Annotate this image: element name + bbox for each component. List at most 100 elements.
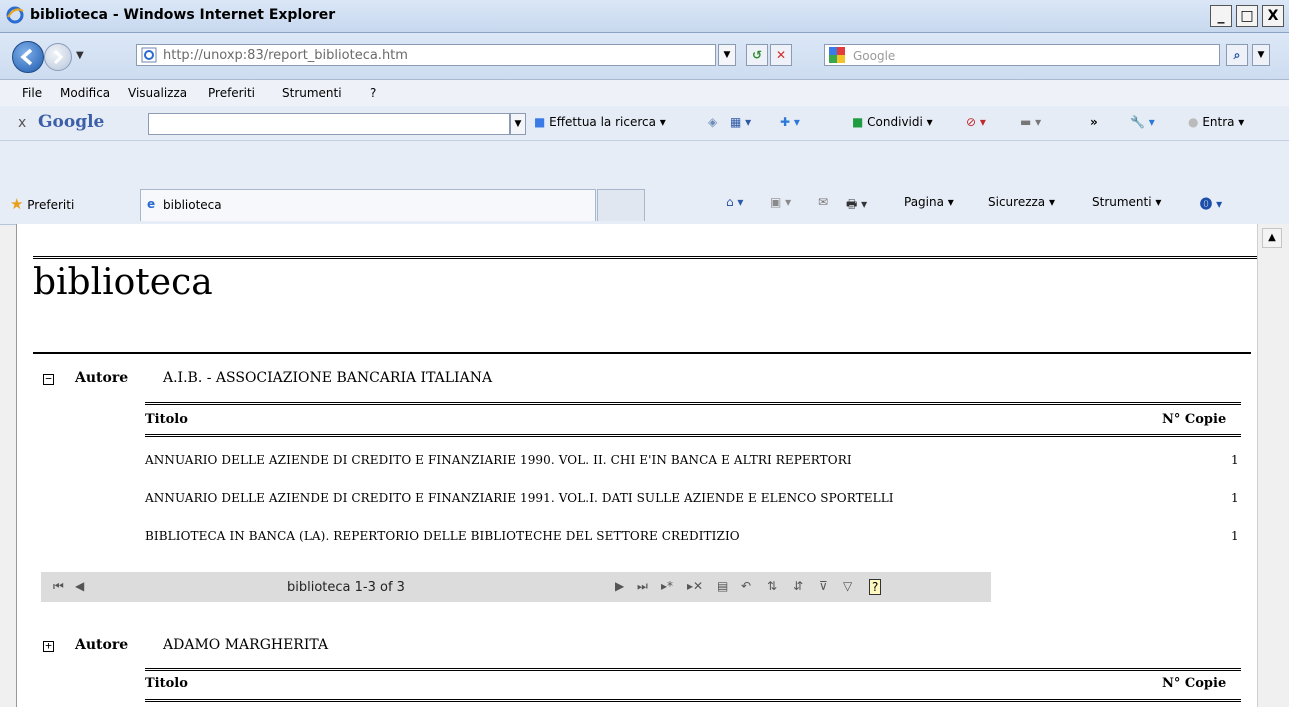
favorites-button[interactable]: ★ Preferiti — [10, 195, 74, 213]
google-logo: Google — [38, 112, 105, 132]
page-content: biblioteca − Autore A.I.B. - ASSOCIAZION… — [16, 224, 1257, 707]
google-icon: ■ — [534, 115, 546, 129]
mail-icon[interactable]: ✉ — [818, 195, 828, 209]
signin-button[interactable]: ● Entra ▾ — [1188, 115, 1244, 129]
table-row-copies: 1 — [1231, 453, 1239, 467]
close-button[interactable]: X — [1262, 5, 1284, 27]
menu-help[interactable]: ? — [370, 80, 376, 106]
extra-toolbar-icon[interactable]: ▬ ▾ — [1020, 115, 1041, 129]
share-icon: ■ — [852, 115, 864, 129]
google-search-button[interactable]: ■ Effettua la ricerca ▾ — [534, 115, 666, 129]
popup-blocker-icon[interactable]: ⊘ ▾ — [966, 115, 986, 129]
toolbar-gap — [0, 141, 1289, 182]
navigator-status: biblioteca 1-3 of 3 — [287, 580, 405, 595]
record-navigator: ⏮ ◀ biblioteca 1-3 of 3 ▶ ⏭ ▸* ▸✕ ▤ ↶ ⇅ … — [41, 572, 991, 602]
help-icon[interactable]: ⓿ ▾ — [1200, 195, 1222, 212]
forward-button[interactable] — [44, 43, 72, 71]
new-record-icon[interactable]: ▸* — [661, 579, 673, 593]
wrench-icon[interactable]: 🔧 ▾ — [1130, 115, 1155, 129]
window-title: biblioteca - Windows Internet Explorer — [30, 7, 336, 23]
search-button[interactable]: ⌕ — [1226, 44, 1248, 66]
vertical-scrollbar[interactable] — [1257, 224, 1289, 707]
title-bar: biblioteca - Windows Internet Explorer _… — [0, 0, 1289, 33]
tools-menu[interactable]: Strumenti ▾ — [1092, 195, 1161, 209]
menu-strumenti[interactable]: Strumenti — [282, 80, 342, 106]
minimize-button[interactable]: _ — [1210, 5, 1232, 27]
sort-ascending-icon[interactable]: ⇅ — [767, 579, 777, 593]
more-tools-button[interactable]: » — [1090, 115, 1098, 129]
address-input[interactable]: http://unoxp:83/report_biblioteca.htm — [136, 44, 716, 66]
undo-icon[interactable]: ↶ — [741, 579, 751, 593]
forward-arrow-icon — [53, 49, 64, 65]
tab-ie-icon: e — [147, 197, 156, 211]
help-button-icon[interactable]: ? — [869, 579, 882, 595]
stop-button[interactable]: ✕ — [770, 44, 792, 66]
filter-by-selection-icon[interactable]: ⊽ — [819, 579, 828, 593]
google-search-input[interactable] — [148, 113, 510, 135]
last-record-icon[interactable]: ⏭ — [637, 579, 648, 594]
page-menu[interactable]: Pagina ▾ — [904, 195, 954, 209]
filter-icon[interactable]: ▽ — [843, 579, 852, 593]
table-row-copies: 1 — [1231, 491, 1239, 505]
share-label: Condividi ▾ — [867, 115, 933, 129]
column-header-copies: N° Copie — [1162, 676, 1227, 691]
group-label: Autore — [75, 370, 129, 386]
sort-descending-icon[interactable]: ⇵ — [793, 579, 803, 593]
search-input[interactable]: Google — [824, 44, 1220, 66]
table-row-title: BIBLIOTECA IN BANCA (LA). REPERTORIO DEL… — [145, 529, 740, 543]
feeds-icon[interactable]: ▣ ▾ — [770, 195, 791, 209]
delete-record-icon[interactable]: ▸✕ — [687, 579, 703, 593]
header-rule-bottom — [145, 434, 1241, 437]
table-row-title: ANNUARIO DELLE AZIENDE DI CREDITO E FINA… — [145, 491, 894, 505]
google-g-icon — [829, 47, 845, 63]
favorites-bar: ★ Preferiti e biblioteca ⌂ ▾ ▣ ▾ ✉ 🖶 ▾ P… — [0, 182, 1289, 225]
google-search-label: Effettua la ricerca ▾ — [549, 115, 666, 129]
menu-file[interactable]: File — [22, 80, 42, 106]
expand-group-toggle[interactable]: + — [43, 640, 54, 652]
first-record-icon[interactable]: ⏮ — [53, 579, 64, 594]
header-rule-top — [145, 402, 1241, 405]
menu-visualizza[interactable]: Visualizza — [128, 80, 187, 106]
search-options-dropdown[interactable]: ▼ — [1252, 44, 1270, 66]
address-dropdown-button[interactable]: ▼ — [718, 44, 736, 66]
group-value: ADAMO MARGHERITA — [163, 637, 329, 653]
signin-label: Entra ▾ — [1202, 115, 1245, 129]
back-button[interactable] — [12, 41, 44, 73]
column-header-title: Titolo — [145, 676, 188, 691]
table-row-title: ANNUARIO DELLE AZIENDE DI CREDITO E FINA… — [145, 453, 852, 467]
scroll-up-button[interactable]: ▲ — [1262, 228, 1282, 248]
share-button[interactable]: ■ Condividi ▾ — [852, 115, 933, 129]
favorites-label: Preferiti — [27, 198, 75, 212]
table-row-copies: 1 — [1231, 529, 1239, 543]
previous-record-icon[interactable]: ◀ — [75, 579, 84, 593]
google-search-dropdown[interactable]: ▼ — [510, 113, 526, 135]
new-tab-button[interactable] — [597, 189, 645, 221]
menu-modifica[interactable]: Modifica — [60, 80, 110, 106]
add-button-icon[interactable]: ✚ ▾ — [780, 115, 800, 129]
report-title: biblioteca — [33, 262, 213, 303]
maximize-button[interactable]: □ — [1236, 5, 1258, 27]
next-record-icon[interactable]: ▶ — [615, 579, 624, 593]
column-header-copies: N° Copie — [1162, 412, 1227, 427]
star-icon: ★ — [10, 195, 24, 213]
group-value: A.I.B. - ASSOCIAZIONE BANCARIA ITALIANA — [163, 370, 493, 386]
close-toolbar-icon[interactable]: x — [18, 115, 26, 131]
page-icon — [141, 47, 157, 63]
collapse-group-toggle[interactable]: − — [43, 373, 54, 385]
print-icon[interactable]: 🖶 ▾ — [846, 195, 867, 216]
signin-icon: ● — [1188, 115, 1199, 129]
address-bar-row: ▼ http://unoxp:83/report_biblioteca.htm … — [0, 33, 1289, 80]
history-dropdown-icon[interactable]: ▼ — [76, 50, 84, 61]
google-toolbar: x Google ▼ ■ Effettua la ricerca ▾ ◈ ▦ ▾… — [0, 106, 1289, 141]
header-rule-top — [145, 668, 1241, 671]
address-url-text: http://unoxp:83/report_biblioteca.htm — [163, 48, 408, 63]
security-menu[interactable]: Sicurezza ▾ — [988, 195, 1055, 209]
bookmarks-icon[interactable]: ▦ ▾ — [730, 115, 751, 129]
title-rule-top — [33, 256, 1257, 259]
header-rule-bottom — [145, 699, 1241, 702]
menu-preferiti[interactable]: Preferiti — [208, 80, 255, 106]
refresh-button[interactable]: ↺ — [746, 44, 768, 66]
home-icon[interactable]: ⌂ ▾ — [726, 195, 743, 209]
tab-biblioteca[interactable]: e biblioteca — [140, 189, 596, 221]
save-record-icon[interactable]: ▤ — [717, 579, 728, 593]
